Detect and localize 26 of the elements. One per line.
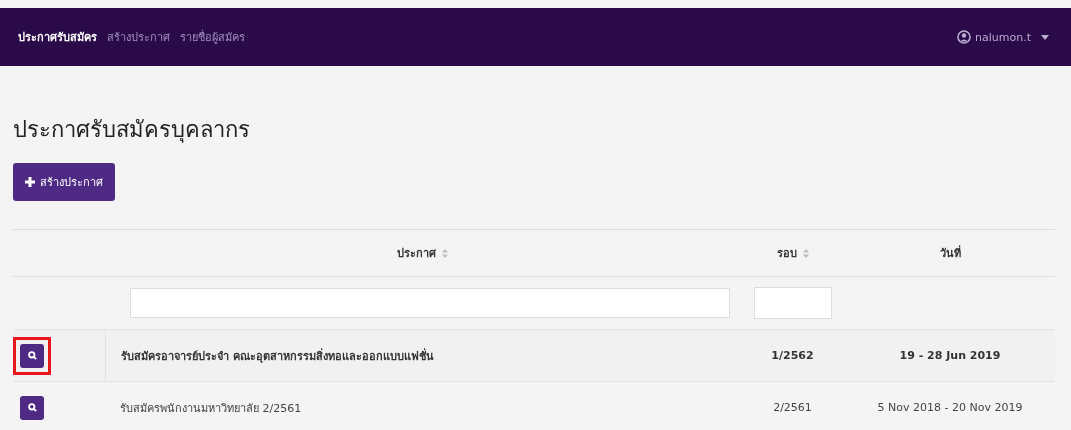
plus-icon — [25, 177, 35, 187]
column-header[interactable]: รอบ — [776, 244, 809, 262]
view-button[interactable] — [20, 343, 44, 368]
table-cell-text: 1/2562 — [770, 348, 815, 364]
user-icon — [957, 30, 972, 44]
column-header[interactable]: วันที่ — [939, 244, 961, 262]
search-icon — [27, 403, 37, 412]
search-icon — [27, 351, 37, 360]
nav-link[interactable]: สร้างประกาศ — [107, 28, 170, 46]
round-filter-field[interactable] — [753, 287, 832, 319]
nav-link[interactable]: ประกาศรับสมัคร — [18, 28, 97, 46]
column-header[interactable]: ประกาศ — [397, 244, 448, 262]
user-menu[interactable]: nalumon.t — [957, 30, 1049, 44]
table-cell: รับสมัครอาจารย์ประจำ คณะอุตสาหกรรมสิ่งทอและออกแบบแฟชั่น — [105, 330, 740, 381]
table-cell-text: 5 Nov 2018 - 20 Nov 2019 — [876, 400, 1024, 416]
sort-icon — [802, 248, 809, 258]
title-filter-field[interactable] — [130, 288, 730, 318]
caret-icon — [1041, 34, 1049, 40]
nav-link[interactable]: รายชื่อผู้สมัคร — [180, 28, 245, 46]
table-cell-text: 2/2561 — [772, 400, 813, 416]
create-button[interactable]: สร้างประกาศ — [13, 163, 115, 201]
view-button[interactable] — [20, 395, 44, 420]
page-title: ประกาศรับสมัครบุคลากร — [13, 116, 251, 145]
table-cell-text: รับสมัครพนักงานมหาวิทยาลัย 2/2561 — [119, 400, 303, 417]
sort-icon — [442, 248, 448, 258]
table-cell-text: 19 - 28 Jun 2019 — [898, 348, 1002, 364]
